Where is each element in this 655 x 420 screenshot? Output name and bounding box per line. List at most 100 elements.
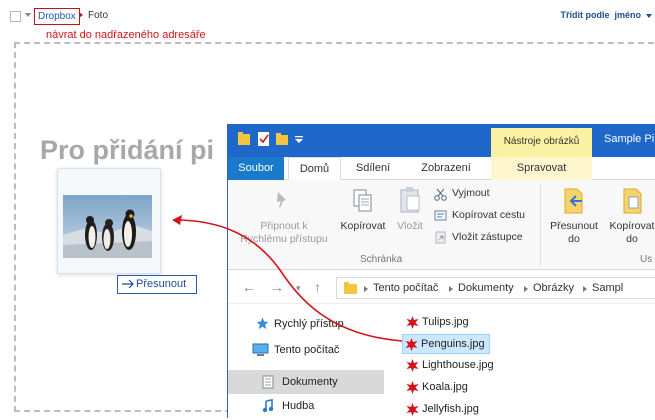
ribbon-separator	[540, 184, 541, 266]
file-item-penguins[interactable]: Penguins.jpg	[402, 334, 490, 354]
nav-label: Tento počítač	[274, 344, 340, 356]
nav-item-this-pc[interactable]: Tento počítač	[228, 338, 388, 362]
move-to-label-line1: Přesunout	[550, 220, 598, 232]
tab-domu[interactable]: Domů	[288, 157, 341, 181]
pin-icon	[277, 192, 286, 208]
nav-item-quick-access[interactable]: Rychlý přístup	[228, 312, 388, 336]
picture-tools-context-tab: Nástroje obrázků	[491, 128, 592, 157]
address-bar[interactable]: Tento počítač Dokumenty Obrázky Sampl	[336, 277, 655, 299]
ribbon: Připnout k Rychlému přístupu Kopírovat V…	[228, 180, 655, 270]
back-arrow-icon[interactable]: ←	[242, 279, 256, 295]
select-all-checkbox[interactable]	[10, 11, 21, 22]
move-button-label: Přesunout	[136, 278, 187, 290]
tab-spravovat[interactable]: Spravovat	[491, 157, 592, 180]
nav-label: Hudba	[282, 400, 315, 412]
up-arrow-icon[interactable]: ↑	[314, 279, 321, 295]
star-icon	[256, 317, 269, 329]
nav-item-music[interactable]: Hudba	[228, 394, 388, 418]
organize-group-label: Us	[640, 254, 653, 265]
top-bar: Dropbox Foto Třídit podle jméno	[0, 0, 655, 32]
new-folder-icon[interactable]	[276, 132, 288, 146]
copy-icon	[353, 189, 372, 212]
move-to-icon	[564, 188, 583, 214]
image-file-icon	[405, 338, 418, 351]
navigation-pane: Rychlý přístup Tento počítač Dokumenty H…	[228, 304, 388, 418]
file-item-jellyfish[interactable]: Jellyfish.jpg	[404, 400, 479, 420]
folder-icon	[344, 282, 357, 294]
paste-button[interactable]: Vložit	[393, 220, 427, 233]
address-separator-icon	[583, 286, 587, 292]
move-to-button[interactable]: Přesunout do	[546, 220, 602, 246]
explorer-titlebar: Nástroje obrázků Sample Pi	[228, 124, 655, 157]
clipboard-group-label: Schránka	[360, 254, 403, 265]
nav-label: Dokumenty	[282, 376, 338, 388]
copy-to-icon	[623, 188, 642, 214]
address-crumb-this-pc[interactable]: Tento počítač	[373, 282, 438, 294]
address-separator-icon	[364, 286, 368, 292]
file-name: Koala.jpg	[422, 381, 468, 393]
tab-zobrazeni[interactable]: Zobrazení	[408, 157, 484, 180]
annotation-parent-folder: návrat do nadřazeného adresáře	[46, 29, 206, 41]
sort-caret-icon[interactable]	[646, 14, 652, 18]
file-list: Tulips.jpg Penguins.jpg Lighthouse.jpg K…	[396, 304, 655, 418]
pin-label-line2: Rychlému přístupu	[240, 233, 328, 245]
file-name: Lighthouse.jpg	[422, 359, 494, 371]
select-options-caret-icon[interactable]	[25, 13, 31, 17]
copy-path-icon	[434, 210, 447, 221]
paste-icon	[400, 187, 420, 213]
arrow-right-icon	[121, 278, 135, 296]
image-file-icon	[406, 381, 419, 394]
drop-zone-title: Pro přidání pi	[40, 135, 215, 165]
copy-to-label-line2: do	[626, 233, 638, 245]
sort-label: Třídit podle	[560, 10, 610, 20]
file-name: Penguins.jpg	[421, 338, 485, 350]
address-crumb-sample[interactable]: Sampl	[592, 282, 623, 294]
tab-sdileni[interactable]: Sdílení	[345, 157, 401, 180]
file-explorer-window: Nástroje obrázků Sample Pi Soubor Domů S…	[227, 124, 655, 418]
computer-icon	[252, 343, 269, 356]
address-separator-icon	[524, 286, 528, 292]
sort-control[interactable]: Třídit podle jméno	[560, 10, 641, 20]
nav-item-documents[interactable]: Dokumenty	[228, 370, 384, 394]
customize-toolbar-icon[interactable]	[293, 132, 305, 146]
document-icon	[262, 375, 274, 389]
ribbon-tabs: Soubor Domů Sdílení Zobrazení Spravovat	[228, 157, 655, 181]
nav-label: Rychlý přístup	[274, 318, 344, 330]
music-note-icon	[262, 399, 274, 413]
penguins-image	[63, 195, 152, 258]
cut-button[interactable]: Vyjmout	[452, 187, 490, 199]
image-file-icon	[406, 359, 419, 372]
tab-soubor[interactable]: Soubor	[228, 157, 284, 180]
copy-to-button[interactable]: Kopírovat do	[604, 220, 655, 246]
copy-to-label-line1: Kopírovat	[609, 220, 655, 232]
pin-to-quick-access-button[interactable]: Připnout k Rychlému přístupu	[232, 220, 336, 246]
move-button[interactable]: Přesunout	[117, 275, 197, 294]
address-crumb-pictures[interactable]: Obrázky	[533, 282, 574, 294]
paste-shortcut-icon	[435, 231, 446, 244]
folder-icon[interactable]	[238, 132, 250, 146]
dragged-thumbnail[interactable]	[57, 168, 161, 274]
scissors-icon	[434, 188, 447, 201]
breadcrumb-separator-icon	[79, 12, 83, 18]
forward-arrow-icon[interactable]: →	[270, 279, 284, 295]
window-title: Sample Pi	[604, 133, 655, 145]
address-crumb-documents[interactable]: Dokumenty	[458, 282, 514, 294]
copy-path-button[interactable]: Kopírovat cestu	[452, 209, 525, 221]
recent-locations-chevron-icon[interactable]: ▾	[296, 283, 301, 294]
file-item-tulips[interactable]: Tulips.jpg	[404, 313, 469, 333]
image-file-icon	[406, 403, 419, 416]
file-name: Jellyfish.jpg	[422, 403, 479, 415]
breadcrumb-current-folder: Foto	[88, 10, 109, 21]
image-file-icon	[406, 316, 419, 329]
paste-shortcut-button[interactable]: Vložit zástupce	[452, 231, 523, 243]
properties-icon[interactable]	[258, 132, 270, 146]
pin-label-line1: Připnout k	[260, 220, 308, 232]
navigation-bar: ← → ▾ ↑ Tento počítač Dokumenty Obrázky …	[228, 270, 655, 304]
copy-button[interactable]: Kopírovat	[334, 220, 392, 233]
sort-value: jméno	[614, 10, 641, 20]
move-to-label-line2: do	[568, 233, 580, 245]
file-item-lighthouse[interactable]: Lighthouse.jpg	[404, 356, 494, 376]
file-item-koala[interactable]: Koala.jpg	[404, 378, 468, 398]
address-separator-icon	[449, 286, 453, 292]
breadcrumb-dropbox[interactable]: Dropbox	[34, 8, 80, 25]
